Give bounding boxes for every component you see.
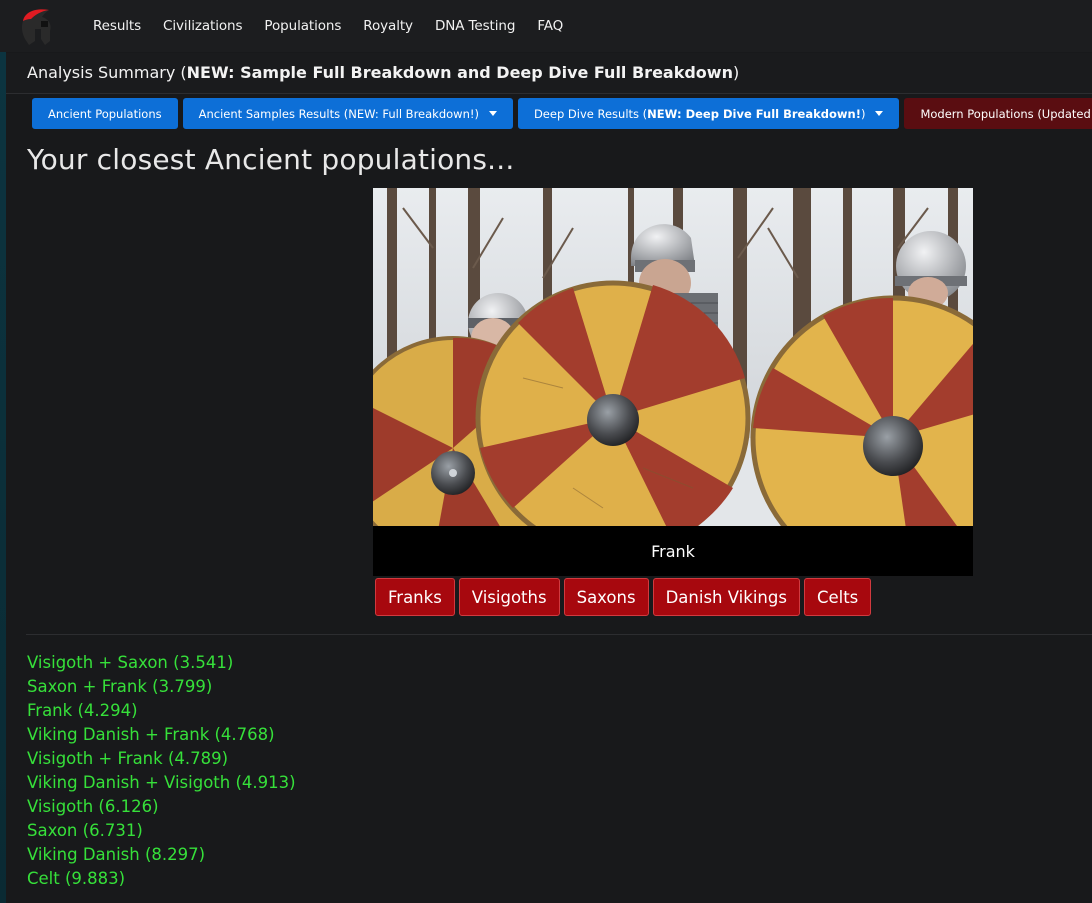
franks-button[interactable]: Franks xyxy=(375,578,455,616)
tab-modern-populations[interactable]: Modern Populations (Updated!) xyxy=(904,98,1092,129)
nav-links: Results Civilizations Populations Royalt… xyxy=(93,0,563,52)
nav-link-dna-testing[interactable]: DNA Testing xyxy=(435,18,515,34)
celts-button[interactable]: Celts xyxy=(803,578,872,616)
caret-down-icon xyxy=(488,111,497,116)
tab-ancient-populations[interactable]: Ancient Populations xyxy=(32,98,178,129)
nav-link-results[interactable]: Results xyxy=(93,18,141,34)
top-navbar: Results Civilizations Populations Royalt… xyxy=(0,0,1092,52)
page-heading: Your closest Ancient populations... xyxy=(27,143,515,176)
tab-label: ) xyxy=(860,106,866,121)
tab-deep-dive-dropdown[interactable]: Deep Dive Results (NEW: Deep Dive Full B… xyxy=(517,98,900,129)
image-caption: Frank xyxy=(373,526,973,576)
summary-bold: NEW: Sample Full Breakdown and Deep Dive… xyxy=(186,63,733,82)
analysis-summary-bar: Analysis Summary (NEW: Sample Full Break… xyxy=(6,53,1092,94)
nav-link-civilizations[interactable]: Civilizations xyxy=(163,18,242,34)
tab-ancient-samples-dropdown[interactable]: Ancient Samples Results (NEW: Full Break… xyxy=(182,98,513,129)
summary-prefix: Analysis Summary ( xyxy=(27,63,187,82)
list-item: Saxon (6.731) xyxy=(27,821,143,840)
results-list: Visigoth + Saxon (3.541) Saxon + Frank (… xyxy=(27,651,296,891)
list-item: Celt (9.883) xyxy=(27,869,126,888)
left-edge-accent xyxy=(0,50,6,903)
nav-link-populations[interactable]: Populations xyxy=(264,18,341,34)
list-item: Visigoth + Saxon (3.541) xyxy=(27,653,234,672)
saxons-button[interactable]: Saxons xyxy=(563,578,649,616)
section-divider xyxy=(26,634,1092,635)
spartan-helmet-icon[interactable] xyxy=(19,7,55,47)
nav-link-royalty[interactable]: Royalty xyxy=(363,18,413,34)
danish-vikings-button[interactable]: Danish Vikings xyxy=(652,578,800,616)
list-item: Saxon + Frank (3.799) xyxy=(27,677,213,696)
caret-down-icon xyxy=(875,111,884,116)
visigoths-button[interactable]: Visigoths xyxy=(458,578,560,616)
list-item: Viking Danish + Visigoth (4.913) xyxy=(27,773,296,792)
result-tabs: Ancient Populations Ancient Samples Resu… xyxy=(32,98,1092,129)
tab-label-bold: NEW: Deep Dive Full Breakdown! xyxy=(647,106,861,121)
population-buttons: Franks Visigoths Saxons Danish Vikings C… xyxy=(375,578,872,616)
list-item: Viking Danish + Frank (4.768) xyxy=(27,725,275,744)
list-item: Visigoth (6.126) xyxy=(27,797,159,816)
population-image xyxy=(373,188,973,526)
analysis-summary-title: Analysis Summary (NEW: Sample Full Break… xyxy=(27,63,739,82)
nav-link-faq[interactable]: FAQ xyxy=(537,18,563,34)
tab-label: Ancient Samples Results (NEW: Full Break… xyxy=(198,106,479,121)
tab-label: Modern Populations (Updated!) xyxy=(920,106,1092,121)
list-item: Viking Danish (8.297) xyxy=(27,845,206,864)
tab-label: Deep Dive Results ( xyxy=(533,106,648,121)
summary-suffix: ) xyxy=(732,63,740,82)
list-item: Frank (4.294) xyxy=(27,701,138,720)
list-item: Visigoth + Frank (4.789) xyxy=(27,749,229,768)
tab-label: Ancient Populations xyxy=(48,106,162,121)
